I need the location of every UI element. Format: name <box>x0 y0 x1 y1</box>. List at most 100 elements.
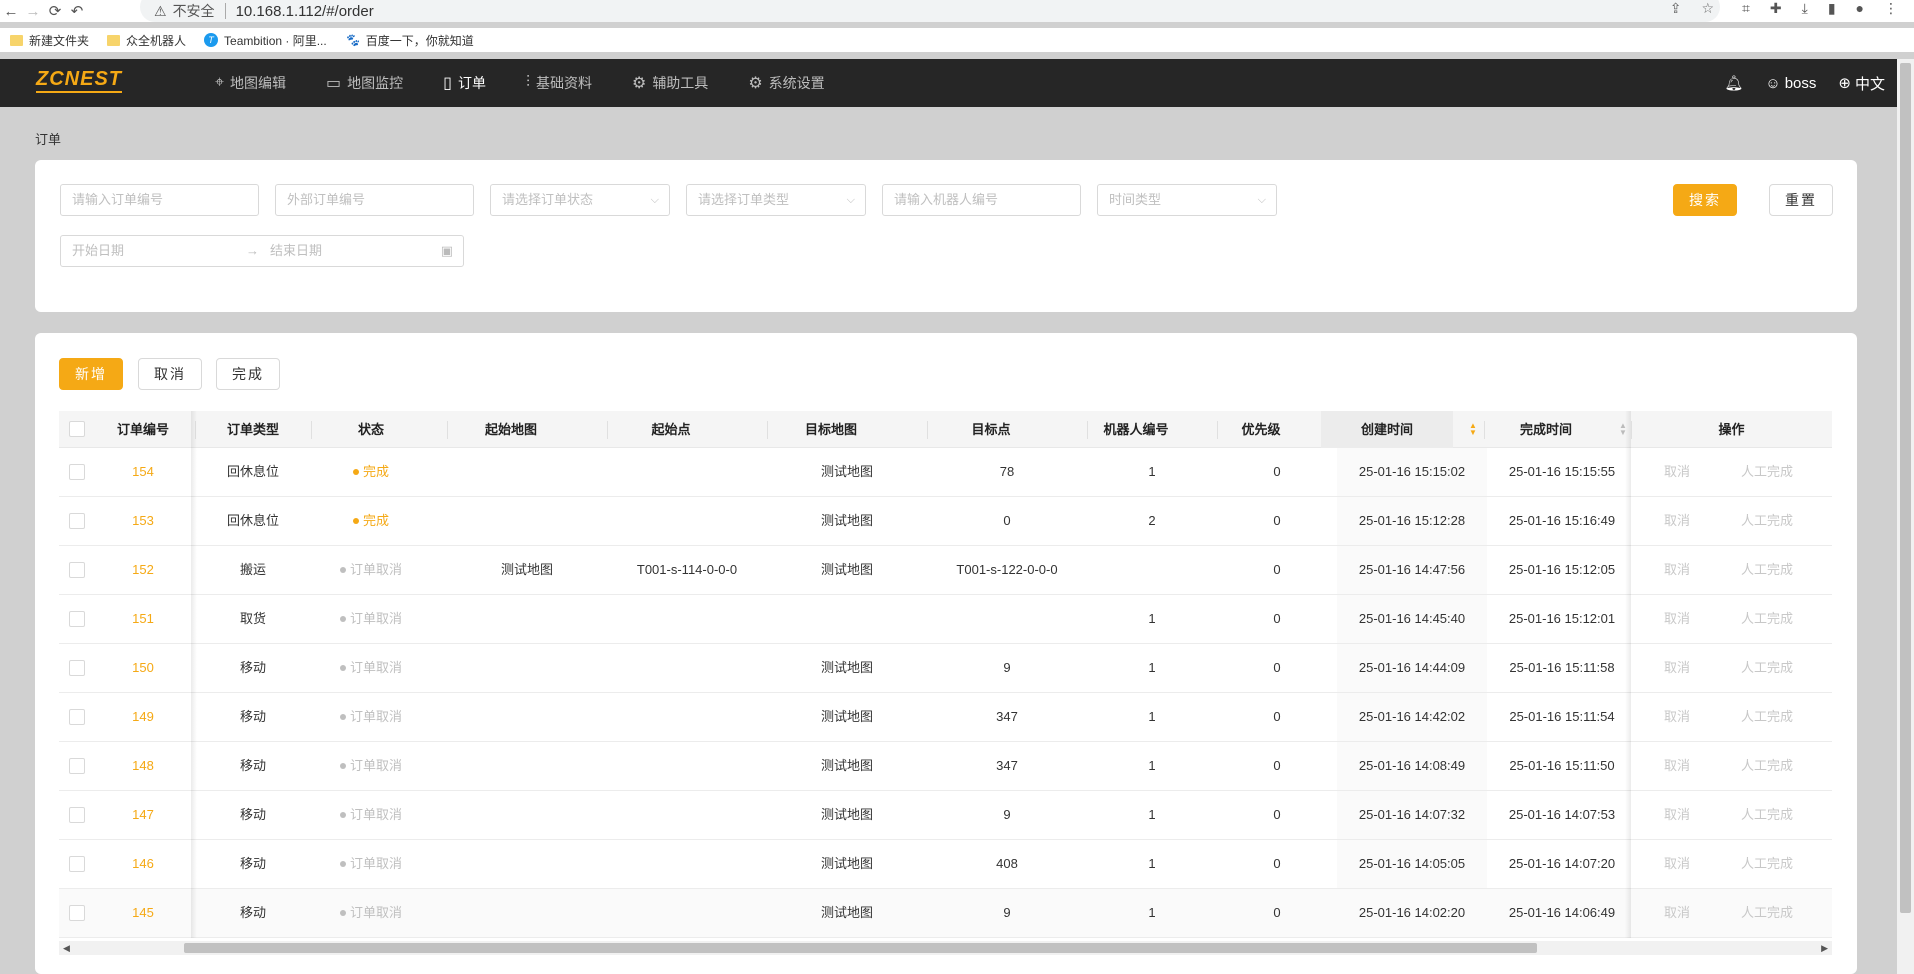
row-checkbox[interactable] <box>69 856 85 872</box>
download-icon[interactable]: ⤓ <box>1802 0 1808 17</box>
col-robot-no[interactable]: 机器人编号 <box>1071 411 1201 448</box>
row-manual-complete-link[interactable]: 人工完成 <box>1717 546 1817 595</box>
undo-icon[interactable]: ↶ <box>66 2 88 20</box>
col-priority[interactable]: 优先级 <box>1201 411 1321 448</box>
table-row[interactable]: 150 移动 订单取消 测试地图 9 1 0 25-01-16 14:44:09 25-01-1… <box>59 644 1832 693</box>
puzzle-icon[interactable]: ✚ <box>1770 0 1782 17</box>
row-checkbox[interactable] <box>69 660 85 676</box>
app-logo[interactable]: ZCNEST <box>36 69 122 93</box>
order-no-input[interactable] <box>60 184 259 216</box>
row-manual-complete-link[interactable]: 人工完成 <box>1717 840 1817 889</box>
complete-button[interactable]: 完成 <box>216 358 280 390</box>
cell-order-no[interactable]: 145 <box>95 889 191 938</box>
row-checkbox[interactable] <box>69 709 85 725</box>
cell-order-no[interactable]: 146 <box>95 840 191 889</box>
table-row[interactable]: 146 移动 订单取消 测试地图 408 1 0 25-01-16 14:05:05 25-01… <box>59 840 1832 889</box>
menu-item-map-edit[interactable]: ⌖ 地图编辑 <box>215 73 286 93</box>
row-manual-complete-link[interactable]: 人工完成 <box>1717 742 1817 791</box>
url-text[interactable]: 10.168.1.112/#/order <box>236 3 374 20</box>
col-finished-time[interactable]: 完成时间 <box>1471 411 1621 448</box>
cell-order-no[interactable]: 151 <box>95 595 191 644</box>
table-row[interactable]: 145 移动 订单取消 测试地图 9 1 0 25-01-16 14:02:20 25-01-1… <box>59 889 1832 938</box>
row-cancel-link[interactable]: 取消 <box>1637 644 1717 693</box>
table-row[interactable]: 149 移动 订单取消 测试地图 347 1 0 25-01-16 14:42:02 25-01… <box>59 693 1832 742</box>
menu-item-base-data[interactable]: ⫶ 基础资料 <box>526 73 592 93</box>
row-checkbox[interactable] <box>69 464 85 480</box>
crop-icon[interactable]: ⌗ <box>1742 0 1750 17</box>
cell-order-no[interactable]: 147 <box>95 791 191 840</box>
table-horizontal-scrollbar[interactable]: ◀ ▶ <box>59 941 1832 955</box>
status-select[interactable]: 请选择订单状态 ⌵ <box>490 184 670 216</box>
address-bar[interactable]: ⚠ 不安全 10.168.1.112/#/order <box>140 0 1720 22</box>
row-checkbox[interactable] <box>69 562 85 578</box>
table-row[interactable]: 148 移动 订单取消 测试地图 347 1 0 25-01-16 14:08:49 25-01… <box>59 742 1832 791</box>
bookmark-item[interactable]: 新建文件夹 <box>10 32 89 49</box>
col-status[interactable]: 状态 <box>311 411 431 448</box>
row-cancel-link[interactable]: 取消 <box>1637 546 1717 595</box>
row-manual-complete-link[interactable]: 人工完成 <box>1717 889 1817 938</box>
scroll-right-arrow-icon[interactable]: ▶ <box>1821 941 1828 955</box>
cell-order-no[interactable]: 154 <box>95 448 191 497</box>
cancel-button[interactable]: 取消 <box>138 358 202 390</box>
row-cancel-link[interactable]: 取消 <box>1637 448 1717 497</box>
reset-button[interactable]: 重置 <box>1769 184 1833 216</box>
language-switch[interactable]: ⊕ 中文 <box>1838 73 1885 94</box>
row-cancel-link[interactable]: 取消 <box>1637 791 1717 840</box>
row-checkbox[interactable] <box>69 611 85 627</box>
user-menu[interactable]: ☺ boss <box>1765 75 1816 92</box>
back-arrow-icon[interactable]: ← <box>0 3 22 20</box>
page-scrollbar[interactable] <box>1897 59 1914 974</box>
col-start-point[interactable]: 起始点 <box>591 411 751 448</box>
sidepanel-icon[interactable]: ▮ <box>1828 0 1836 17</box>
select-all-checkbox[interactable] <box>69 421 85 437</box>
row-checkbox[interactable] <box>69 807 85 823</box>
table-row[interactable]: 152 搬运 订单取消 测试地图 T001-s-114-0-0-0 测试地图 T001-s-… <box>59 546 1832 595</box>
order-no-field[interactable] <box>72 185 240 214</box>
external-no-input[interactable] <box>275 184 474 216</box>
cell-order-no[interactable]: 150 <box>95 644 191 693</box>
type-select[interactable]: 请选择订单类型 ⌵ <box>686 184 866 216</box>
bookmark-item[interactable]: T Teambition · 阿里... <box>204 32 327 49</box>
cell-order-no[interactable]: 152 <box>95 546 191 595</box>
bell-icon[interactable]: 🔔︎ <box>1724 74 1743 92</box>
row-cancel-link[interactable]: 取消 <box>1637 693 1717 742</box>
row-manual-complete-link[interactable]: 人工完成 <box>1717 693 1817 742</box>
table-row[interactable]: 153 回休息位 完成 测试地图 0 2 0 25-01-16 15:12:28 25-01-1… <box>59 497 1832 546</box>
row-checkbox[interactable] <box>69 905 85 921</box>
bookmark-item[interactable]: 🐾 百度一下，你就知道 <box>345 32 474 49</box>
share-icon[interactable]: ⇪ <box>1670 0 1682 17</box>
row-checkbox[interactable] <box>69 513 85 529</box>
col-order-no[interactable]: 订单编号 <box>95 411 191 448</box>
table-scrollbar-thumb[interactable] <box>184 943 1537 953</box>
table-row[interactable]: 154 回休息位 完成 测试地图 78 1 0 25-01-16 15:15:02 25-01-… <box>59 448 1832 497</box>
row-checkbox[interactable] <box>69 758 85 774</box>
forward-arrow-icon[interactable]: → <box>22 3 44 20</box>
menu-item-system-settings[interactable]: ⚙ 系统设置 <box>748 73 824 93</box>
col-start-map[interactable]: 起始地图 <box>431 411 591 448</box>
cell-order-no[interactable]: 153 <box>95 497 191 546</box>
cell-order-no[interactable]: 148 <box>95 742 191 791</box>
table-row[interactable]: 151 取货 订单取消 1 0 25-01-16 14:45:40 25-01-16 15:… <box>59 595 1832 644</box>
robot-no-field[interactable] <box>894 185 1062 214</box>
date-range-picker[interactable]: 开始日期 → 结束日期 ▣ <box>60 235 464 267</box>
row-manual-complete-link[interactable]: 人工完成 <box>1717 644 1817 693</box>
row-cancel-link[interactable]: 取消 <box>1637 840 1717 889</box>
menu-item-map-monitor[interactable]: ▭ 地图监控 <box>326 73 403 93</box>
col-created-time[interactable]: 创建时间 <box>1321 411 1453 448</box>
col-target-point[interactable]: 目标点 <box>911 411 1071 448</box>
row-cancel-link[interactable]: 取消 <box>1637 742 1717 791</box>
external-no-field[interactable] <box>287 185 455 214</box>
row-manual-complete-link[interactable]: 人工完成 <box>1717 791 1817 840</box>
col-order-type[interactable]: 订单类型 <box>195 411 311 448</box>
search-button[interactable]: 搜索 <box>1673 184 1737 216</box>
col-target-map[interactable]: 目标地图 <box>751 411 911 448</box>
robot-no-input[interactable] <box>882 184 1081 216</box>
cell-order-no[interactable]: 149 <box>95 693 191 742</box>
profile-icon[interactable]: ● <box>1856 0 1864 17</box>
row-manual-complete-link[interactable]: 人工完成 <box>1717 497 1817 546</box>
row-cancel-link[interactable]: 取消 <box>1637 889 1717 938</box>
row-cancel-link[interactable]: 取消 <box>1637 595 1717 644</box>
menu-item-tools[interactable]: ⚙ 辅助工具 <box>632 73 708 93</box>
page-scrollbar-thumb[interactable] <box>1900 63 1911 913</box>
row-manual-complete-link[interactable]: 人工完成 <box>1717 448 1817 497</box>
